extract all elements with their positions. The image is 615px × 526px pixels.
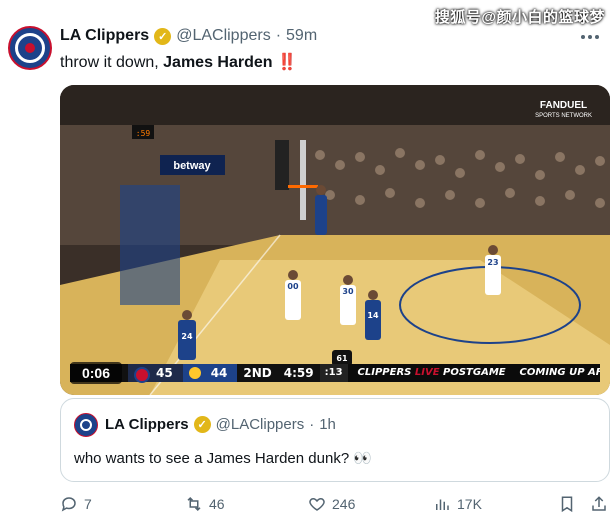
jersey-number-0: 24: [181, 332, 193, 341]
like-button[interactable]: 246: [308, 495, 355, 513]
reply-icon: [61, 497, 76, 512]
tweet-header: LA Clippers ✓ @LAClippers · 59m: [60, 27, 317, 45]
ad-postgame: POSTGAME: [443, 367, 506, 378]
jersey-number-5: 61: [336, 354, 348, 363]
quote-header: LA Clippers ✓ @LAClippers · 1h: [105, 416, 336, 433]
network-logo-text: FANDUEL: [539, 100, 588, 111]
ad-clippers: CLIPPERS: [357, 367, 412, 378]
header-separator: ·: [275, 27, 282, 44]
action-bar: 7 46 246 17K: [60, 495, 608, 517]
reply-count: 7: [84, 496, 92, 512]
repost-icon: [187, 496, 201, 512]
shot-clock-display: :59: [136, 129, 151, 138]
scoreboard: 45 44 2ND 4:59 :13 CLIPPERS LIVE POSTGAM…: [70, 364, 600, 383]
repost-button[interactable]: 46: [185, 495, 225, 513]
bookmark-button[interactable]: [558, 495, 576, 513]
team1-score: 45: [128, 364, 183, 383]
jersey-number-3: 14: [367, 311, 379, 320]
views-count: 17K: [457, 496, 482, 512]
like-count: 246: [332, 496, 356, 512]
author-avatar[interactable]: [8, 26, 52, 70]
quoted-tweet[interactable]: LA Clippers ✓ @LAClippers · 1h who wants…: [60, 398, 610, 482]
game-clock: 4:59: [277, 364, 320, 382]
share-icon: [592, 496, 606, 511]
tweet-text-emoji: ‼️: [277, 54, 297, 71]
ad-live: LIVE: [414, 367, 440, 378]
video-player[interactable]: betway :59 24 00 30 14 23 61 FANDUEL SPO…: [60, 85, 610, 395]
author-name[interactable]: LA Clippers: [60, 27, 149, 45]
tweet-text-mention: James Harden: [163, 54, 273, 71]
views-button[interactable]: 17K: [433, 495, 482, 513]
tweet-timestamp[interactable]: 59m: [286, 27, 317, 45]
video-frame: betway :59 24 00 30 14 23 61: [60, 85, 610, 395]
quote-text: who wants to see a James Harden dunk? 👀: [74, 450, 373, 467]
verified-badge-icon: ✓: [154, 27, 172, 45]
jersey-number-4: 23: [487, 258, 498, 267]
share-button[interactable]: [590, 495, 608, 513]
heart-icon: [309, 497, 325, 511]
author-handle[interactable]: @LAClippers: [176, 27, 271, 45]
tweet-text-plain: throw it down,: [60, 54, 164, 71]
video-timestamp[interactable]: 0:06: [70, 362, 122, 384]
repost-count: 46: [209, 496, 225, 512]
jersey-number-2: 30: [342, 287, 354, 296]
scoreboard-ad: CLIPPERS LIVE POSTGAME COMING UP AFTER T…: [347, 364, 600, 382]
views-icon: [436, 499, 449, 510]
tweet[interactable]: LA Clippers ✓ @LAClippers · 59m throw it…: [0, 0, 615, 526]
reply-button[interactable]: 7: [60, 495, 92, 513]
tweet-text: throw it down, James Harden ‼️: [60, 52, 297, 72]
bookmark-icon: [561, 496, 573, 513]
quote-author-name: LA Clippers: [105, 416, 189, 433]
team2-score: 44: [182, 364, 238, 382]
quarter: 2ND: [237, 364, 278, 382]
jersey-number-1: 00: [287, 282, 299, 291]
quote-separator: ·: [309, 416, 315, 433]
more-options-icon[interactable]: [581, 30, 601, 44]
quote-timestamp: 1h: [319, 416, 336, 433]
quote-verified-badge-icon: ✓: [193, 416, 211, 433]
quote-author-handle: @LAClippers: [215, 416, 305, 433]
quote-author-avatar: [74, 413, 98, 437]
scoreboard-shot-clock: :13: [319, 364, 348, 382]
network-logo: FANDUEL SPORTS NETWORK: [535, 101, 592, 121]
ad-coming: COMING UP AFTER THE GAME: [519, 367, 600, 378]
network-logo-sub: SPORTS NETWORK: [535, 113, 592, 119]
court-sign-text: betway: [173, 160, 211, 172]
